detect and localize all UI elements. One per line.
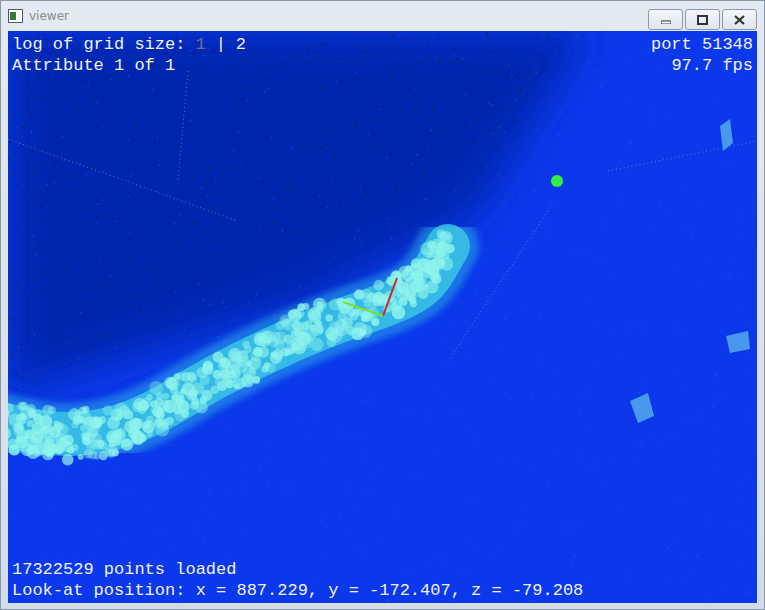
grid-size-option[interactable]: 2 [236,34,246,55]
axis-x-icon [383,278,397,316]
point-cloud [8,31,757,603]
cyan-patches [630,119,750,423]
hud-overlay: log of grid size: 1 | 2 Attribute 1 of 1 port… [8,31,757,603]
attribute-label: Attribute 1 of 1 [12,55,175,76]
close-button[interactable] [722,9,757,30]
axis-y-icon [343,302,383,316]
grid-size-label: log of grid size: [12,34,185,55]
maximize-button[interactable] [685,9,720,30]
fps-label: 97.7 fps [671,55,753,76]
close-icon [734,15,745,25]
look-at-label: Look-at position: x = 887.229, y = -172.… [12,580,583,601]
green-marker [551,175,563,187]
cyan-band [8,229,455,465]
minimize-button[interactable] [648,9,683,30]
minimize-icon [661,16,671,24]
maximize-icon [697,15,708,25]
grid-size-option[interactable]: 1 [195,34,205,55]
viewer-window: viewer log of grid size: 1 | 2 Attribute 1 of… [0,0,765,610]
app-icon [8,9,23,23]
render-canvas[interactable]: log of grid size: 1 | 2 Attribute 1 of 1 port… [8,31,757,603]
title-bar: viewer [8,1,757,31]
grid-size-line: log of grid size: 1 | 2 [12,34,246,55]
port-label: port 51348 [651,34,753,55]
dark-region [8,31,588,391]
window-title: viewer [29,9,69,23]
points-label: 17322529 points loaded [12,559,236,580]
grid-size-separator: | [216,34,226,55]
